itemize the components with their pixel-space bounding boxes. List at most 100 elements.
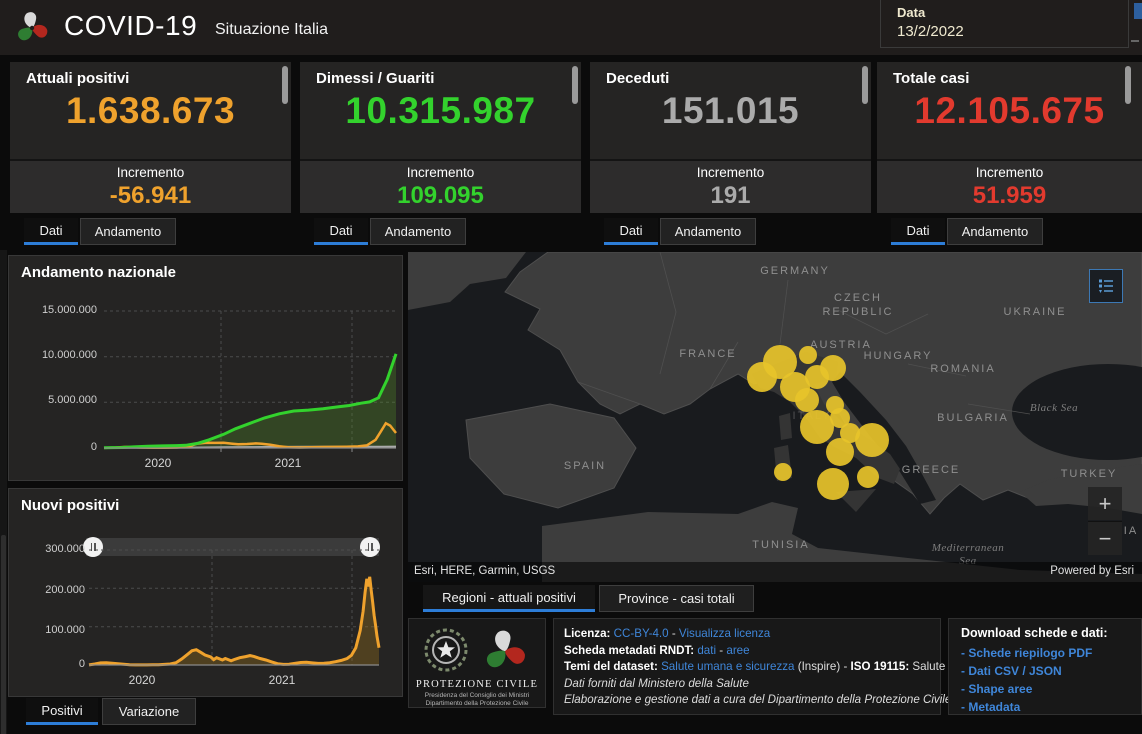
footer-text: Elaborazione e gestione dati a cura del …	[564, 693, 951, 706]
map-bubble[interactable]	[817, 468, 849, 500]
date-value: 13/2/2022	[897, 23, 964, 40]
map-bubble[interactable]	[800, 410, 834, 444]
tab-dati-4[interactable]: Dati	[891, 218, 945, 245]
card-scrollbar[interactable]	[572, 66, 578, 104]
license-line: Temi del dataset: Salute umana e sicurez…	[564, 659, 930, 676]
logo-subtitle: Presidenza del Consiglio dei Ministri	[409, 692, 545, 699]
page-scrollbar-track[interactable]	[0, 250, 7, 734]
increment-value: -56.941	[10, 182, 291, 210]
download-link[interactable]: - Schede riepilogo PDF	[961, 644, 1129, 662]
map-bubble[interactable]	[795, 388, 819, 412]
x-tick: 2021	[269, 673, 296, 687]
map-bubble[interactable]	[774, 463, 792, 481]
y-tick: 0	[5, 658, 85, 670]
tab-dati-2[interactable]: Dati	[314, 218, 368, 245]
logo-subtitle: Dipartimento della Protezione Civile	[409, 700, 545, 707]
panel-andamento-nazionale: Andamento nazionale 15.000.000 10.000.00…	[8, 255, 403, 481]
increment-label: Incremento	[590, 165, 871, 180]
cutoff-fragment	[1131, 40, 1139, 42]
tab-positivi[interactable]: Positivi	[26, 698, 98, 725]
zoom-out-button[interactable]: −	[1088, 521, 1122, 555]
card-scrollbar[interactable]	[1125, 66, 1131, 104]
tab-variazione[interactable]: Variazione	[102, 698, 196, 725]
card-deceduti: Deceduti 151.015 Incremento 191	[590, 62, 871, 213]
attribution-text: Esri, HERE, Garmin, USGS	[414, 565, 555, 577]
date-slicer[interactable]: Data 13/2/2022	[880, 0, 1129, 48]
footer-text: -	[716, 644, 726, 657]
tab-dati-1[interactable]: Dati	[24, 218, 78, 245]
tab-province-casi-totali[interactable]: Province - casi totali	[599, 585, 754, 612]
x-tick: 2020	[145, 456, 172, 470]
legend-button[interactable]	[1089, 269, 1123, 303]
increment-label: Incremento	[300, 165, 581, 180]
andamento-nazionale-chart[interactable]	[104, 311, 396, 448]
tab-regioni-attuali-positivi[interactable]: Regioni - attuali positivi	[423, 585, 595, 612]
map-bubble[interactable]	[747, 362, 777, 392]
card-title: Deceduti	[606, 70, 669, 87]
guariti-area	[104, 354, 396, 448]
tab-dati-3[interactable]: Dati	[604, 218, 658, 245]
download-link[interactable]: - Shape aree	[961, 680, 1129, 698]
y-tick: 200.000	[5, 584, 85, 596]
footer-link[interactable]: dati	[697, 644, 716, 657]
map-container[interactable]: GERMANYCZECHREPUBLICUKRAINEFRANCEAUSTRIA…	[408, 252, 1142, 582]
nuovi-positivi-chart[interactable]	[89, 550, 379, 665]
download-links: - Schede riepilogo PDF- Dati CSV / JSON-…	[961, 644, 1129, 716]
footer-link[interactable]: Salute umana e sicurezza	[661, 660, 794, 673]
card-increment-section: Incremento 191	[590, 159, 871, 213]
card-title: Totale casi	[893, 70, 969, 87]
footer-text: Temi del dataset:	[564, 660, 661, 673]
map-bubble[interactable]	[857, 466, 879, 488]
footer-text: Dati forniti dal Ministero della Salute	[564, 677, 749, 690]
map-attribution: Esri, HERE, Garmin, USGS Powered by Esri	[408, 562, 1142, 582]
footer-link[interactable]: CC-BY-4.0	[614, 627, 669, 640]
download-link[interactable]: - Metadata	[961, 698, 1129, 716]
page-scrollbar-thumb[interactable]	[1, 535, 6, 734]
license-line: Dati forniti dal Ministero della Salute	[564, 676, 930, 693]
download-box: Download schede e dati: - Schede riepilo…	[948, 618, 1142, 715]
card-value: 10.315.987	[300, 90, 581, 132]
card-scrollbar[interactable]	[862, 66, 868, 104]
map-bubble[interactable]	[805, 365, 829, 389]
tab-andamento-1[interactable]: Andamento	[80, 218, 176, 245]
increment-label: Incremento	[10, 165, 291, 180]
y-tick: 100.000	[5, 624, 85, 636]
license-lines: Licenza: CC-BY-4.0 - Visualizza licenza S…	[564, 626, 930, 709]
y-tick: 15.000.000	[17, 304, 97, 316]
card-value: 151.015	[590, 90, 871, 132]
y-tick: 300.000	[5, 543, 85, 555]
repubblica-italiana-emblem-icon	[421, 625, 471, 675]
card-increment-section: Incremento 51.959	[877, 159, 1142, 213]
download-title: Download schede e dati:	[961, 626, 1129, 640]
card-attuali-positivi: Attuali positivi 1.638.673 Incremento -5…	[10, 62, 291, 213]
map-bubble[interactable]	[855, 423, 889, 457]
increment-value: 51.959	[877, 182, 1142, 210]
card-totale-casi: Totale casi 12.105.675 Incremento 51.959	[877, 62, 1142, 213]
card-title: Dimessi / Guariti	[316, 70, 434, 87]
panel-nuovi-positivi: Nuovi positivi 300.000 200.000 100.000 0…	[8, 488, 403, 697]
increment-value: 109.095	[300, 182, 581, 210]
footer-link[interactable]: Visualizza licenza	[679, 627, 770, 640]
footer-link[interactable]: aree	[726, 644, 749, 657]
increment-label: Incremento	[877, 165, 1142, 180]
header-bar: COVID-19 Situazione Italia Data 13/2/202…	[0, 0, 1142, 55]
zoom-in-button[interactable]: +	[1088, 487, 1122, 520]
map-bubble[interactable]	[799, 346, 817, 364]
download-link[interactable]: - Dati CSV / JSON	[961, 662, 1129, 680]
logo-title: PROTEZIONE CIVILE	[409, 679, 545, 690]
card-scrollbar[interactable]	[282, 66, 288, 104]
covid-dashboard: COVID-19 Situazione Italia Data 13/2/202…	[0, 0, 1142, 734]
tab-andamento-4[interactable]: Andamento	[947, 218, 1043, 245]
map-bubble[interactable]	[826, 438, 854, 466]
tab-andamento-2[interactable]: Andamento	[370, 218, 466, 245]
protezione-civile-logo-icon	[12, 7, 52, 47]
footer-text: ISO 19115:	[851, 660, 913, 673]
card-increment-section: Incremento -56.941	[10, 159, 291, 213]
date-label: Data	[897, 5, 925, 20]
legend-list-icon	[1097, 277, 1115, 295]
footer-text: Licenza:	[564, 627, 614, 640]
nuovi-positivi-line	[89, 577, 379, 665]
app-title: COVID-19	[64, 10, 197, 42]
tab-andamento-3[interactable]: Andamento	[660, 218, 756, 245]
bubble-layer	[408, 252, 1142, 582]
